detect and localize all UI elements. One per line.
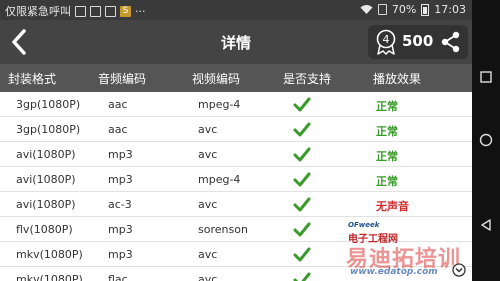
- cell-video: mpeg-4: [198, 173, 241, 186]
- share-icon[interactable]: [440, 31, 462, 53]
- table-row[interactable]: mkv(1080P) flac avc: [0, 267, 472, 281]
- cell-video: avc: [198, 123, 218, 136]
- table-row[interactable]: mkv(1080P) mp3 avc: [0, 242, 472, 267]
- cell-effect: 无声音: [376, 200, 409, 213]
- status-bar: 仅限紧急呼叫 S ··· 70% 17:03: [0, 0, 472, 20]
- recents-square-icon[interactable]: [479, 70, 493, 84]
- cell-video: avc: [198, 248, 218, 261]
- header-video: 视频编码: [192, 72, 241, 86]
- carrier-text: 仅限紧急呼叫: [5, 5, 71, 18]
- status-right: 70% 17:03: [360, 3, 466, 16]
- cell-audio: mp3: [108, 248, 133, 261]
- badge-number: 4: [383, 33, 390, 46]
- clock: 17:03: [434, 3, 466, 16]
- table-row[interactable]: avi(1080P) mp3 avc 正常: [0, 142, 472, 167]
- check-icon: [293, 122, 311, 137]
- table-row[interactable]: 3gp(1080P) aac avc 正常: [0, 117, 472, 142]
- header-effect: 播放效果: [373, 72, 422, 86]
- check-icon: [293, 222, 311, 237]
- table-row[interactable]: avi(1080P) ac-3 avc 无声音: [0, 192, 472, 217]
- cell-video: avc: [198, 148, 218, 161]
- table-header: 封装格式 音频编码 视频编码 是否支持 播放效果: [0, 64, 472, 92]
- sim-icon: [377, 4, 387, 15]
- app-s-icon: S: [120, 5, 131, 17]
- more-dots-icon: ···: [135, 4, 146, 18]
- cell-audio: mp3: [108, 223, 133, 236]
- cell-audio: mp3: [108, 148, 133, 161]
- table-row[interactable]: flv(1080P) mp3 sorenson: [0, 217, 472, 242]
- check-icon: [293, 147, 311, 162]
- wifi-icon: [360, 5, 373, 14]
- cell-audio: aac: [108, 98, 128, 111]
- cell-format: mkv(1080P): [16, 273, 83, 281]
- score-value: 500: [402, 32, 434, 50]
- app-header: 详情 4 500: [0, 20, 472, 64]
- cell-audio: ac-3: [108, 198, 132, 211]
- status-left: 仅限紧急呼叫 S ···: [5, 3, 146, 19]
- cell-format: avi(1080P): [16, 198, 76, 211]
- check-icon: [293, 272, 311, 281]
- home-circle-icon[interactable]: [479, 133, 493, 147]
- check-icon: [293, 247, 311, 262]
- cell-video: avc: [198, 273, 218, 281]
- message-icon: [75, 5, 86, 17]
- battery-text: 70%: [391, 3, 417, 16]
- scroll-down-icon[interactable]: [452, 263, 466, 277]
- cell-format: 3gp(1080P): [16, 98, 81, 111]
- cell-video: mpeg-4: [198, 98, 241, 111]
- cell-format: 3gp(1080P): [16, 123, 81, 136]
- cell-effect: 正常: [376, 100, 398, 113]
- cell-effect: 正常: [376, 125, 398, 138]
- cell-audio: mp3: [108, 173, 133, 186]
- gallery-icon: [105, 5, 116, 17]
- cell-format: avi(1080P): [16, 148, 76, 161]
- app-screen: 仅限紧急呼叫 S ··· 70% 17:03 详情 4 500 封装格式 音频编…: [0, 0, 472, 281]
- cell-audio: flac: [108, 273, 128, 281]
- table-row[interactable]: 3gp(1080P) aac mpeg-4 正常: [0, 92, 472, 117]
- header-support: 是否支持: [283, 72, 332, 86]
- cell-video: avc: [198, 198, 218, 211]
- cell-effect: 正常: [376, 150, 398, 163]
- medal-badge-icon: 4: [376, 29, 396, 55]
- check-icon: [293, 172, 311, 187]
- cell-audio: aac: [108, 123, 128, 136]
- back-triangle-icon[interactable]: [479, 218, 493, 232]
- header-format: 封装格式: [8, 72, 57, 86]
- system-nav-bar: [472, 0, 500, 281]
- cell-effect: 正常: [376, 175, 398, 188]
- cell-video: sorenson: [198, 223, 248, 236]
- header-audio: 音频编码: [98, 72, 147, 86]
- cell-format: avi(1080P): [16, 173, 76, 186]
- table-row[interactable]: avi(1080P) mp3 mpeg-4 正常: [0, 167, 472, 192]
- check-icon: [293, 97, 311, 112]
- score-pill[interactable]: 4 500: [368, 25, 468, 59]
- cell-format: mkv(1080P): [16, 248, 83, 261]
- cell-format: flv(1080P): [16, 223, 73, 236]
- battery-icon: [421, 3, 430, 16]
- image-icon: [90, 5, 101, 17]
- check-icon: [293, 197, 311, 212]
